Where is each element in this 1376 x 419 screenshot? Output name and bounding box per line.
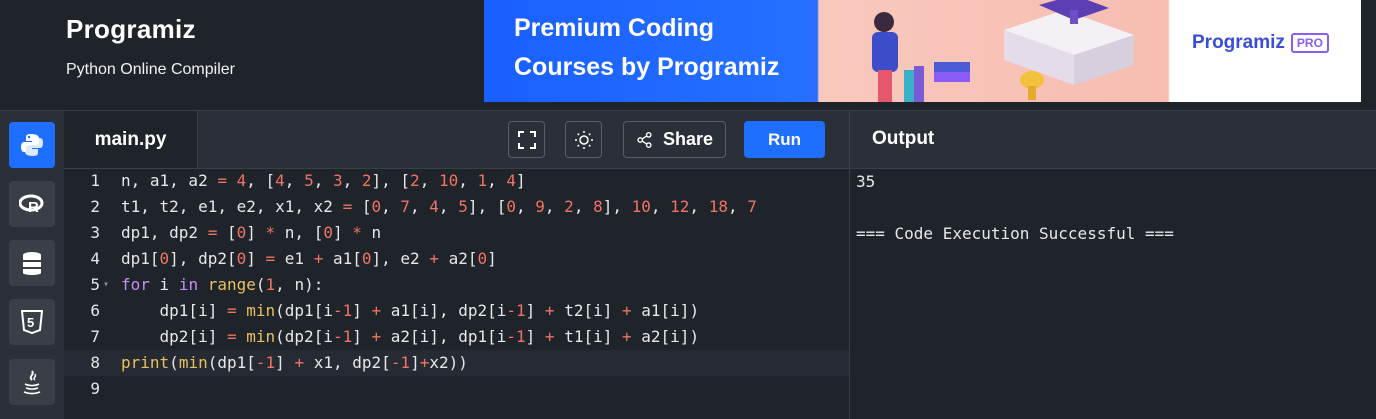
code-line: 4 dp1[0], dp2[0] = e1 + a1[0], e2 + a2[0… bbox=[64, 246, 849, 272]
fullscreen-button[interactable] bbox=[508, 121, 545, 158]
editor-toolbar: main.py Share Run bbox=[64, 111, 849, 169]
banner-headline-line2: Courses by Programiz bbox=[514, 53, 780, 81]
share-icon bbox=[637, 131, 652, 148]
language-sidebar: R 5 bbox=[0, 110, 64, 419]
line-number: 2 bbox=[90, 197, 100, 216]
code-line: 5 ▾ for i in range(1, n): bbox=[64, 272, 849, 298]
line-number: 6 bbox=[90, 301, 100, 320]
java-icon[interactable] bbox=[9, 359, 55, 405]
line-number: 9 bbox=[90, 379, 100, 398]
python-icon[interactable] bbox=[9, 122, 55, 168]
tab-main-py[interactable]: main.py bbox=[64, 111, 198, 168]
share-label: Share bbox=[662, 129, 713, 149]
run-button[interactable]: Run bbox=[744, 121, 825, 158]
fullscreen-icon bbox=[517, 130, 536, 149]
banner-illustration bbox=[872, 0, 1134, 102]
line-number: 8 bbox=[90, 353, 100, 372]
svg-text:5: 5 bbox=[27, 315, 34, 330]
top-bar: Programiz Python Online Compiler Premium… bbox=[0, 0, 1376, 110]
code-text: dp1, dp2 = [0] * n, [0] * n bbox=[121, 223, 382, 242]
pro-badge: PRO bbox=[1290, 32, 1329, 53]
code-text: for i in range(1, n): bbox=[121, 275, 324, 294]
code-line: 7 dp2[i] = min(dp2[i-1] + a2[i], dp1[i-1… bbox=[64, 324, 849, 350]
database-icon[interactable] bbox=[9, 240, 55, 286]
output-title: Output bbox=[872, 128, 935, 149]
svg-text:R: R bbox=[28, 199, 39, 215]
code-line: 9 bbox=[64, 376, 849, 402]
code-line: 2 t1, t2, e1, e2, x1, x2 = [0, 7, 4, 5],… bbox=[64, 194, 849, 220]
banner-headline-line1: Premium Coding bbox=[514, 14, 715, 42]
editor-pane: main.py Share Run 1 n, a1, a2 = 4, [4, 5… bbox=[64, 110, 849, 419]
line-number: 5 bbox=[90, 275, 100, 294]
fold-arrow-icon[interactable]: ▾ bbox=[103, 272, 109, 298]
line-number: 4 bbox=[90, 249, 100, 268]
output-line: 35 bbox=[856, 172, 876, 191]
share-button[interactable]: Share bbox=[623, 121, 726, 158]
code-text: n, a1, a2 = 4, [4, 5, 3, 2], [2, 10, 1, … bbox=[121, 171, 526, 190]
code-text: dp1[i] = min(dp1[i-1] + a1[i], dp2[i-1] … bbox=[121, 301, 700, 320]
code-line-active: 8 print(min(dp1[-1] + x1, dp2[-1]+x2)) bbox=[64, 350, 849, 376]
code-line: 3 dp1, dp2 = [0] * n, [0] * n bbox=[64, 220, 849, 246]
promo-banner[interactable]: Premium Coding Courses by Programiz Prog… bbox=[484, 0, 1361, 102]
line-number: 3 bbox=[90, 223, 100, 242]
theme-toggle-button[interactable] bbox=[565, 121, 602, 158]
code-line: 6 dp1[i] = min(dp1[i-1] + a1[i], dp2[i-1… bbox=[64, 298, 849, 324]
r-language-icon[interactable]: R bbox=[9, 181, 55, 227]
code-text: dp2[i] = min(dp2[i-1] + a2[i], dp1[i-1] … bbox=[121, 327, 700, 346]
code-text: dp1[0], dp2[0] = e1 + a1[0], e2 + a2[0] bbox=[121, 249, 497, 268]
programiz-pro-logo: Programiz PRO bbox=[1192, 32, 1329, 54]
code-line: 1 n, a1, a2 = 4, [4, 5, 3, 2], [2, 10, 1… bbox=[64, 168, 849, 194]
line-number: 7 bbox=[90, 327, 100, 346]
page-subtitle: Python Online Compiler bbox=[66, 61, 235, 78]
line-number: 1 bbox=[90, 171, 100, 190]
output-header: Output bbox=[850, 111, 1376, 169]
code-editor[interactable]: 1 n, a1, a2 = 4, [4, 5, 3, 2], [2, 10, 1… bbox=[64, 168, 849, 419]
html5-icon[interactable]: 5 bbox=[9, 299, 55, 345]
programiz-logo[interactable]: Programiz bbox=[66, 14, 196, 45]
sun-icon bbox=[574, 130, 593, 149]
code-text: print(min(dp1[-1] + x1, dp2[-1]+x2)) bbox=[121, 353, 468, 372]
output-pane: Output 35 === Code Execution Successful … bbox=[849, 110, 1376, 419]
code-text: t1, t2, e1, e2, x1, x2 = [0, 7, 4, 5], [… bbox=[121, 197, 757, 216]
output-line: === Code Execution Successful === bbox=[856, 224, 1174, 243]
